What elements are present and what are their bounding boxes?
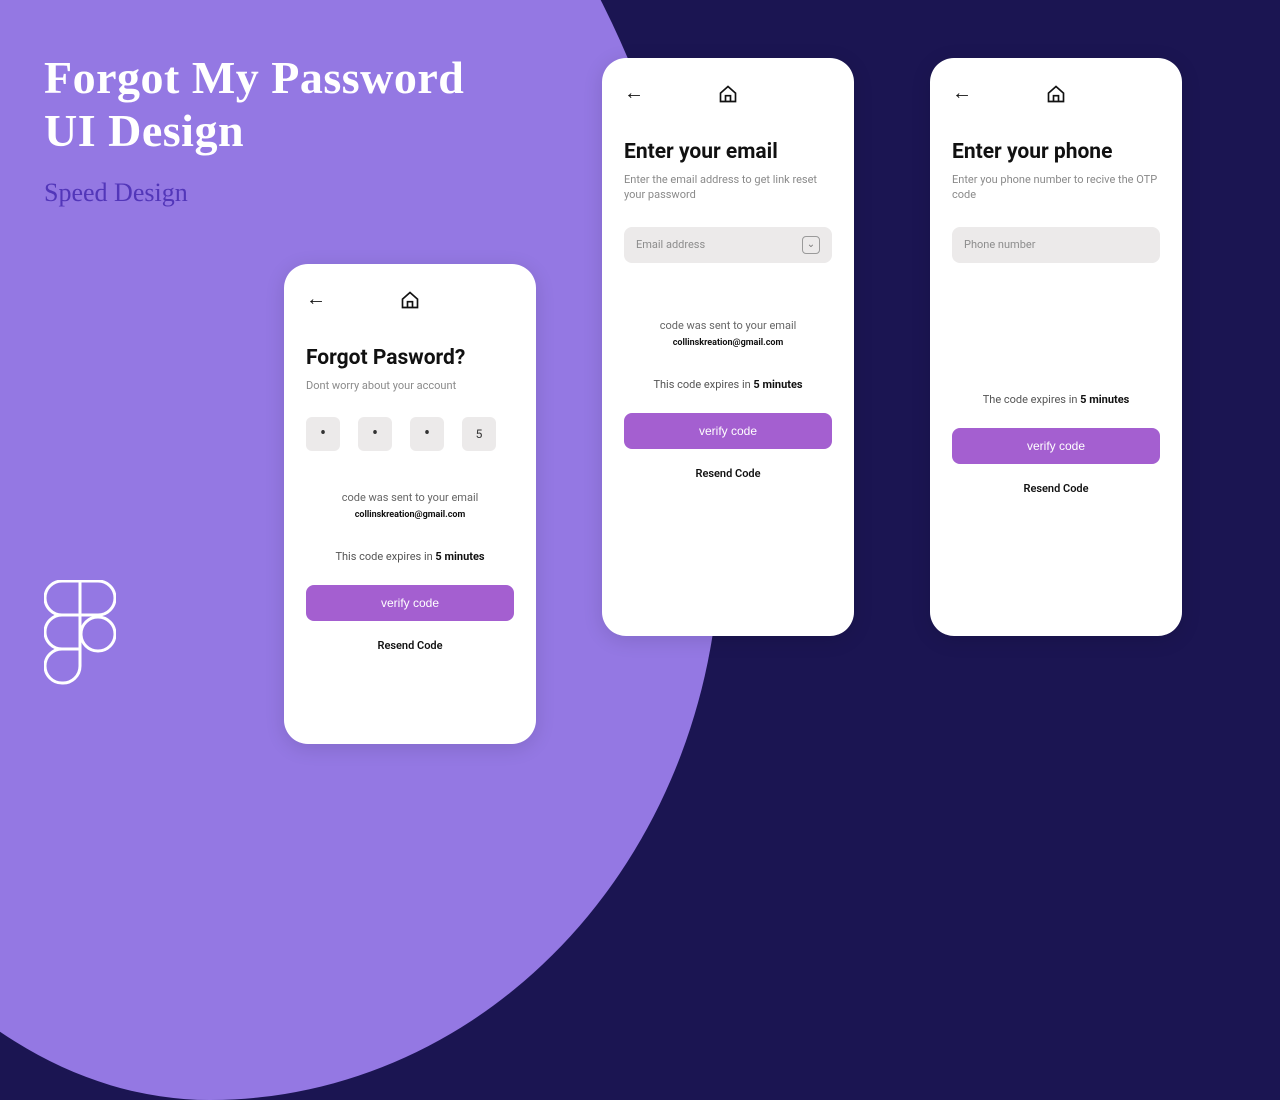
screen-description: Enter you phone number to recive the OTP… [952, 172, 1160, 203]
code-sent-info: code was sent to your email collinskreat… [624, 319, 832, 348]
back-arrow-icon[interactable]: ← [306, 288, 326, 308]
code-sent-info: code was sent to your email collinskreat… [306, 491, 514, 520]
code-sent-text: code was sent to your email [660, 319, 797, 332]
back-arrow-icon[interactable]: ← [624, 82, 644, 102]
code-sent-email: collinskreation@gmail.com [306, 510, 514, 520]
screen-title: Enter your phone [952, 140, 1160, 164]
email-placeholder: Email address [636, 238, 705, 251]
screen-title: Enter your email [624, 140, 832, 164]
otp-box-4[interactable]: 5 [462, 417, 496, 451]
resend-code-link[interactable]: Resend Code [602, 467, 854, 480]
figma-logo-icon [44, 580, 116, 688]
back-arrow-icon[interactable]: ← [952, 82, 972, 102]
otp-box-2[interactable]: • [358, 417, 392, 451]
email-input[interactable]: Email address ⌄ [624, 227, 832, 263]
verify-code-button[interactable]: verify code [306, 585, 514, 621]
code-expiry-text: This code expires in 5 minutes [624, 378, 832, 391]
screen-description: Enter the email address to get link rese… [624, 172, 832, 203]
home-icon [400, 290, 420, 310]
chevron-down-icon: ⌄ [802, 236, 820, 254]
code-expiry-text: The code expires in 5 minutes [952, 393, 1160, 406]
screen-title: Forgot Pasword? [306, 346, 514, 370]
verify-code-button[interactable]: verify code [624, 413, 832, 449]
code-expiry-text: This code expires in 5 minutes [306, 550, 514, 563]
phone-input[interactable]: Phone number [952, 227, 1160, 263]
otp-box-1[interactable]: • [306, 417, 340, 451]
otp-box-3[interactable]: • [410, 417, 444, 451]
phone-card-phone: ← Enter your phone Enter you phone numbe… [930, 58, 1182, 636]
headline-block: Forgot My PasswordUI Design Speed Design [44, 52, 464, 208]
screen-description: Dont worry about your account [306, 378, 514, 393]
phone-card-email: ← Enter your email Enter the email addre… [602, 58, 854, 636]
headline-subtitle: Speed Design [44, 178, 464, 208]
home-icon [718, 84, 738, 104]
code-sent-email: collinskreation@gmail.com [624, 338, 832, 348]
headline-title: Forgot My PasswordUI Design [44, 52, 464, 158]
code-sent-text: code was sent to your email [342, 491, 479, 504]
phone-placeholder: Phone number [964, 238, 1035, 251]
phone-card-otp: ← Forgot Pasword? Dont worry about your … [284, 264, 536, 744]
verify-code-button[interactable]: verify code [952, 428, 1160, 464]
resend-code-link[interactable]: Resend Code [930, 482, 1182, 495]
home-icon [1046, 84, 1066, 104]
otp-input-row: • • • 5 [306, 417, 514, 451]
resend-code-link[interactable]: Resend Code [284, 639, 536, 652]
